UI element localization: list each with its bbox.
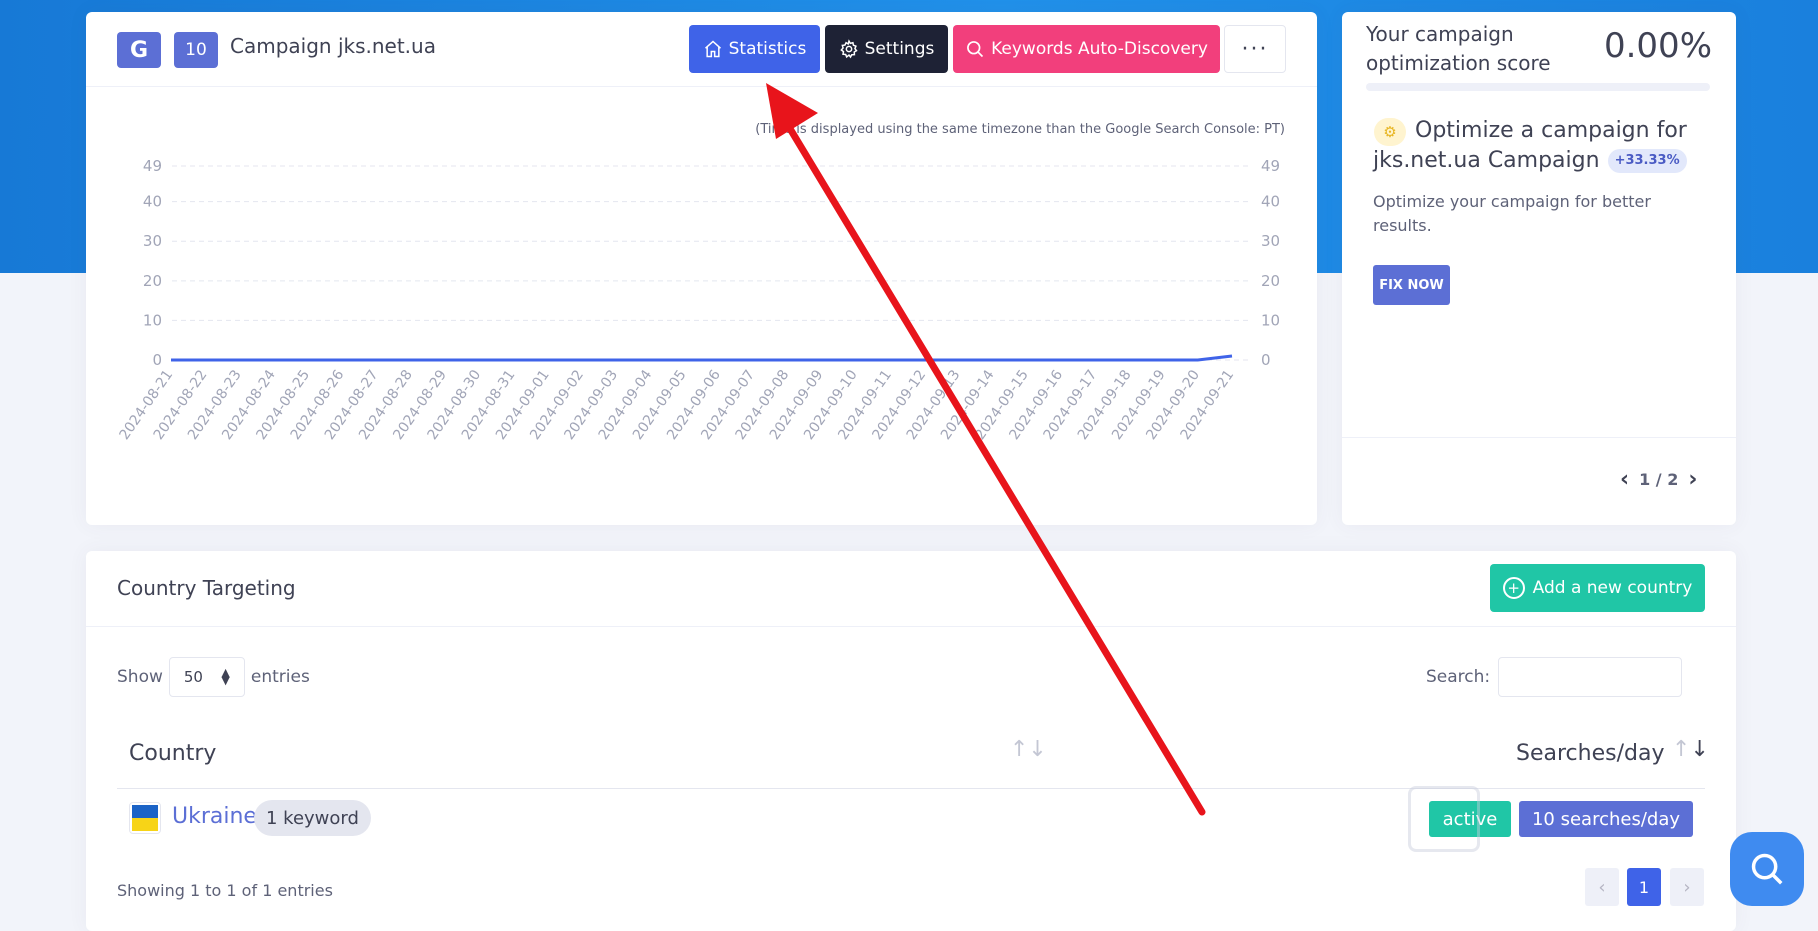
add-country-label: Add a new country	[1532, 578, 1693, 598]
y-tick-left: 30	[143, 232, 162, 250]
y-tick-right: 0	[1261, 351, 1271, 369]
y-tick-left: 40	[143, 193, 162, 211]
table-info: Showing 1 to 1 of 1 entries	[117, 881, 333, 900]
entries-select[interactable]: 50 ▲ ▼	[168, 657, 245, 697]
search-icon	[1751, 853, 1783, 885]
y-tick-right: 30	[1261, 232, 1280, 250]
status-badge: active	[1429, 801, 1511, 837]
table-search: Search:	[1426, 657, 1683, 697]
pagination-page-1[interactable]: 1	[1627, 868, 1661, 906]
pagination-prev-button[interactable]: ‹	[1585, 868, 1619, 906]
series-line	[171, 354, 1233, 362]
y-tick-left: 10	[143, 311, 162, 329]
entries-label: entries	[250, 667, 310, 687]
y-tick-left: 0	[152, 351, 162, 369]
country-link[interactable]: Ukraine	[172, 804, 257, 829]
plus-circle-icon: +	[1502, 577, 1525, 599]
optimization-heading: Optimize a campaign for jks.net.ua Campa…	[1373, 116, 1703, 176]
y-tick-right: 40	[1261, 193, 1280, 211]
chat-search-button[interactable]	[1730, 832, 1804, 906]
chevron-left-icon[interactable]: ‹	[1620, 467, 1629, 492]
ukraine-flag-icon	[129, 802, 161, 834]
sort-caret-icon: ▲ ▼	[221, 666, 230, 687]
country-targeting-card: Country Targeting + Add a new country Sh…	[86, 551, 1736, 931]
y-tick-right: 49	[1261, 157, 1280, 175]
pager-label: 1 / 2	[1639, 470, 1679, 489]
entries-select-value: 50	[183, 668, 203, 686]
pagination-next-button[interactable]: ›	[1670, 868, 1704, 906]
show-label: Show	[117, 667, 163, 687]
fix-now-button[interactable]: FIX NOW	[1373, 265, 1450, 305]
optimization-score-title: Your campaign optimization score	[1366, 22, 1551, 75]
column-header-searches[interactable]: Searches/day	[1516, 741, 1664, 766]
add-country-button[interactable]: + Add a new country	[1490, 564, 1705, 612]
optimization-description: Optimize your campaign for better result…	[1373, 192, 1651, 235]
keyword-count-pill: 1 keyword	[254, 800, 371, 836]
optimization-progress-bar	[1366, 83, 1710, 91]
y-tick-left: 20	[143, 272, 162, 290]
table-header-divider	[117, 788, 1705, 789]
y-tick-right: 20	[1261, 272, 1280, 290]
optimization-pager: ‹ 1 / 2 ›	[1620, 467, 1697, 492]
y-tick-left: 49	[143, 157, 162, 175]
searches-per-day-badge: 10 searches/day	[1519, 801, 1693, 837]
sort-desc-icon[interactable]: ↑↓	[1672, 737, 1709, 762]
country-targeting-title: Country Targeting	[117, 576, 296, 600]
statistics-chart: 0 010 1020 2030 3040 4049 492024-08-212024-08-…	[116, 157, 1280, 443]
chevron-right-icon[interactable]: ›	[1688, 467, 1697, 492]
divider	[1342, 437, 1736, 438]
optimization-score-value: 0.00%	[1603, 26, 1712, 66]
country-targeting-header: Country Targeting + Add a new country	[86, 551, 1736, 627]
optimization-gain-badge: +33.33%	[1607, 149, 1687, 173]
column-header-country[interactable]: Country	[129, 741, 216, 766]
y-tick-right: 10	[1261, 311, 1280, 329]
search-input[interactable]	[1498, 657, 1683, 697]
optimization-card: Your campaign optimization score 0.00% ⚙…	[1342, 12, 1736, 525]
sort-icon[interactable]: ↑↓	[1010, 737, 1047, 762]
campaign-card: G 10 Campaign jks.net.ua Statistics Sett…	[86, 12, 1317, 525]
search-label: Search:	[1426, 667, 1491, 687]
entries-control: Show 50 ▲ ▼ entries	[117, 657, 310, 697]
